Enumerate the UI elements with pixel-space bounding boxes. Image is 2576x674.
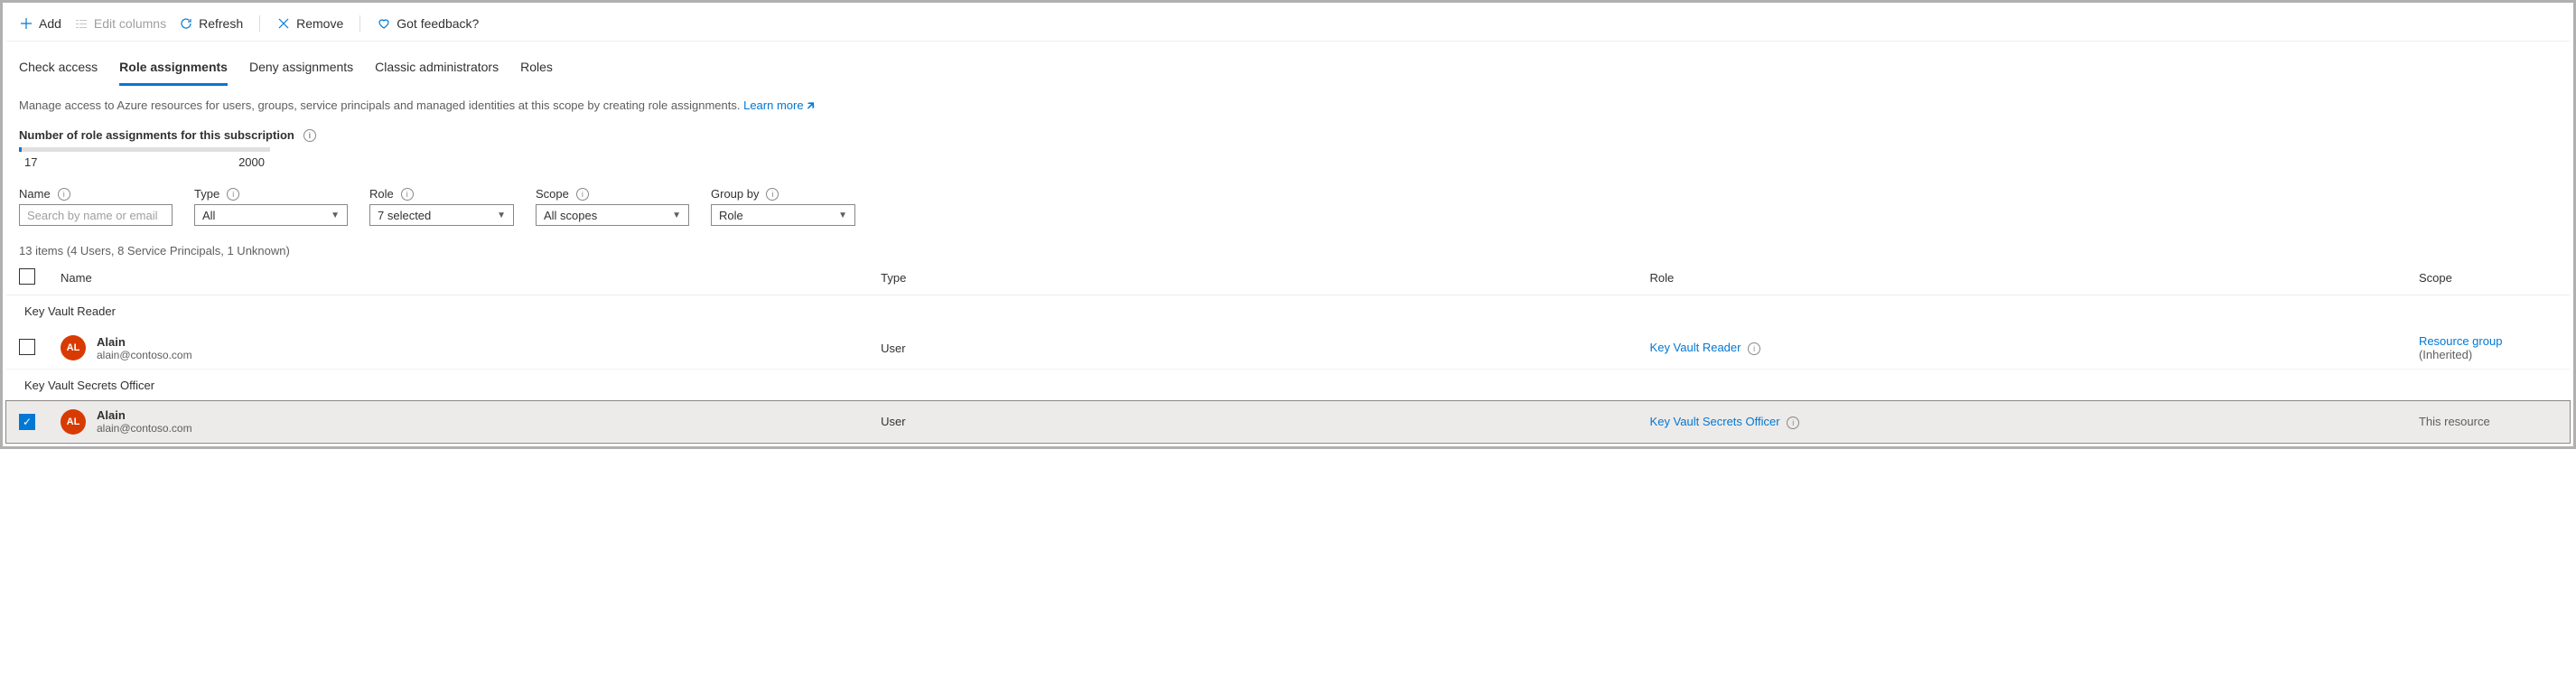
refresh-label: Refresh	[199, 16, 243, 31]
tab-deny-assignments[interactable]: Deny assignments	[249, 54, 353, 85]
role-link[interactable]: Key Vault Secrets Officer	[1650, 415, 1780, 428]
chevron-down-icon: ▼	[331, 211, 340, 220]
info-icon[interactable]: i	[766, 188, 779, 201]
info-icon[interactable]: i	[227, 188, 239, 201]
groupby-select[interactable]: Role▼	[711, 204, 855, 226]
items-count: 13 items (4 Users, 8 Service Principals,…	[6, 235, 2570, 261]
separator	[259, 15, 260, 32]
filter-role-label: Rolei	[369, 187, 514, 201]
table-row[interactable]: AL Alain alain@contoso.com User Key Vaul…	[6, 327, 2570, 370]
user-email: alain@contoso.com	[97, 422, 192, 435]
info-icon[interactable]: i	[303, 129, 316, 142]
chevron-down-icon: ▼	[497, 211, 506, 220]
feedback-button[interactable]: Got feedback?	[377, 16, 479, 31]
user-name: Alain	[97, 408, 192, 422]
role-link[interactable]: Key Vault Reader	[1650, 341, 1741, 354]
remove-button[interactable]: Remove	[276, 16, 343, 31]
header-name[interactable]: Name	[48, 261, 868, 295]
separator	[359, 15, 360, 32]
close-icon	[276, 16, 291, 31]
toolbar: Add Edit columns Refresh Remove Got feed…	[6, 6, 2570, 42]
add-label: Add	[39, 16, 61, 31]
row-checkbox[interactable]	[19, 339, 35, 355]
scope-extra: (Inherited)	[2419, 348, 2472, 361]
quota-fill	[19, 147, 22, 152]
remove-label: Remove	[296, 16, 343, 31]
filter-groupby-label: Group byi	[711, 187, 855, 201]
row-checkbox[interactable]: ✓	[19, 414, 35, 430]
group-header: Key Vault Reader	[6, 295, 2570, 328]
plus-icon	[19, 16, 33, 31]
quota-numbers: 17 2000	[19, 155, 270, 169]
user-email: alain@contoso.com	[97, 349, 192, 361]
info-icon[interactable]: i	[576, 188, 589, 201]
tab-role-assignments[interactable]: Role assignments	[119, 54, 228, 86]
heart-icon	[377, 16, 391, 31]
refresh-button[interactable]: Refresh	[179, 16, 243, 31]
learn-more-link[interactable]: Learn more 🡵	[743, 98, 815, 112]
filter-type-label: Typei	[194, 187, 348, 201]
header-scope[interactable]: Scope	[2406, 261, 2570, 295]
header-role[interactable]: Role	[1638, 261, 2406, 295]
feedback-label: Got feedback?	[397, 16, 479, 31]
group-title: Key Vault Reader	[6, 295, 2570, 328]
quota-section: Number of role assignments for this subs…	[6, 125, 2570, 178]
scope-link[interactable]: Resource group	[2419, 334, 2503, 348]
edit-columns-label: Edit columns	[94, 16, 166, 31]
search-input[interactable]: Search by name or email	[19, 204, 173, 226]
description: Manage access to Azure resources for use…	[6, 85, 2570, 125]
columns-icon	[74, 16, 89, 31]
quota-current: 17	[24, 155, 37, 169]
select-all-checkbox[interactable]	[19, 268, 35, 285]
role-select[interactable]: 7 selected▼	[369, 204, 514, 226]
tab-roles[interactable]: Roles	[520, 54, 553, 85]
description-text: Manage access to Azure resources for use…	[19, 98, 740, 112]
chevron-down-icon: ▼	[838, 211, 847, 220]
external-link-icon: 🡵	[807, 98, 815, 112]
type-select[interactable]: All▼	[194, 204, 348, 226]
user-name: Alain	[97, 335, 192, 349]
scope-select[interactable]: All scopes▼	[536, 204, 689, 226]
info-icon[interactable]: i	[401, 188, 414, 201]
filter-scope-label: Scopei	[536, 187, 689, 201]
avatar: AL	[61, 335, 86, 360]
scope-text: This resource	[2419, 415, 2490, 428]
tab-classic-administrators[interactable]: Classic administrators	[375, 54, 499, 85]
edit-columns-button[interactable]: Edit columns	[74, 16, 166, 31]
quota-label: Number of role assignments for this subs…	[19, 128, 2557, 142]
info-icon[interactable]: i	[58, 188, 70, 201]
filter-name-label: Namei	[19, 187, 173, 201]
tab-check-access[interactable]: Check access	[19, 54, 98, 85]
filters: Namei Search by name or email Typei All▼…	[6, 178, 2570, 235]
add-button[interactable]: Add	[19, 16, 61, 31]
group-title: Key Vault Secrets Officer	[6, 370, 2570, 402]
user-type: User	[868, 327, 1637, 370]
quota-max: 2000	[238, 155, 265, 169]
assignments-table: Name Type Role Scope Key Vault Reader AL…	[6, 261, 2570, 443]
chevron-down-icon: ▼	[672, 211, 681, 220]
header-type[interactable]: Type	[868, 261, 1637, 295]
info-icon[interactable]: i	[1748, 342, 1760, 355]
info-icon[interactable]: i	[1787, 417, 1799, 429]
tabs: Check access Role assignments Deny assig…	[6, 42, 2570, 85]
avatar: AL	[61, 409, 86, 435]
group-header: Key Vault Secrets Officer	[6, 370, 2570, 402]
table-row[interactable]: ✓ AL Alain alain@contoso.com User Key Va…	[6, 401, 2570, 443]
quota-bar	[19, 147, 270, 152]
refresh-icon	[179, 16, 193, 31]
user-type: User	[868, 401, 1637, 443]
